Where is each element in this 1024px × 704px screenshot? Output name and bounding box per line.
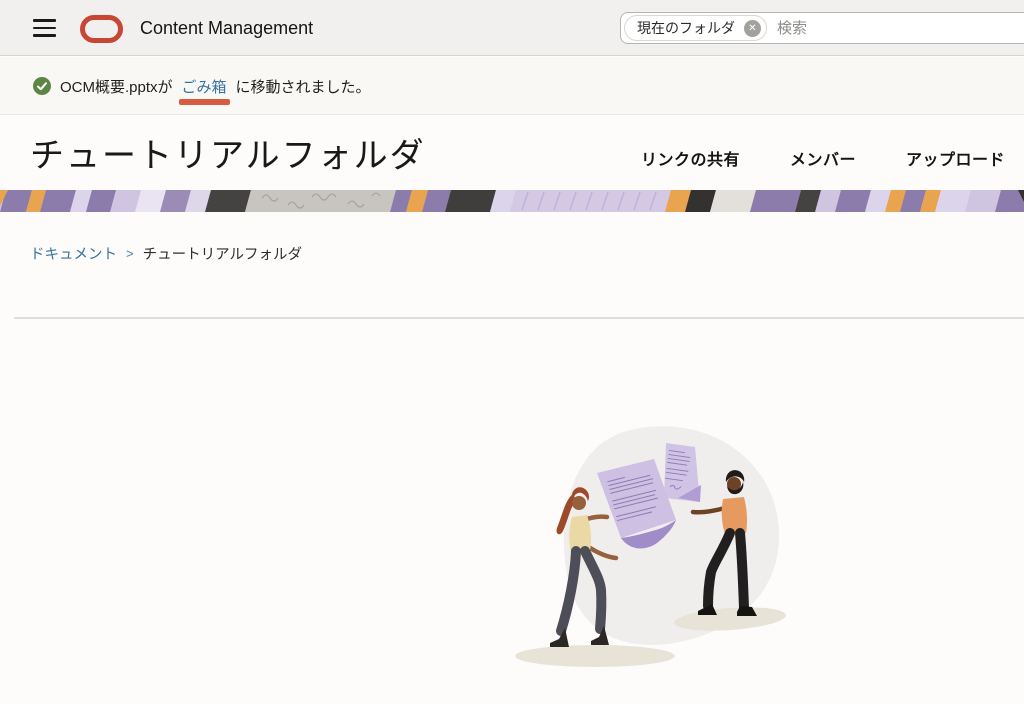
- page: { "topbar": { "app_title": "Content Mana…: [0, 0, 1024, 704]
- breadcrumb: ドキュメント > チュートリアルフォルダ: [30, 243, 302, 264]
- search-filter-chip[interactable]: 現在のフォルダ ✕: [624, 15, 767, 41]
- notification-text-after: に移動されました。: [236, 76, 371, 97]
- top-bar: Content Management 現在のフォルダ ✕: [0, 0, 1024, 56]
- content-divider: [14, 317, 1024, 319]
- hamburger-menu-icon[interactable]: [33, 19, 56, 37]
- search-box[interactable]: 現在のフォルダ ✕: [620, 12, 1024, 44]
- breadcrumb-current-folder: チュートリアルフォルダ: [143, 243, 302, 264]
- banner-image: [0, 190, 1024, 212]
- trash-link[interactable]: ごみ箱: [182, 76, 227, 97]
- oracle-logo-icon[interactable]: [80, 15, 123, 43]
- red-underline-annotation: [179, 99, 230, 105]
- notification-banner: OCM概要.pptxがごみ箱に移動されました。: [0, 57, 1024, 115]
- upload-button[interactable]: アップロード: [906, 146, 1005, 170]
- search-input[interactable]: [777, 20, 1024, 37]
- notification-text-before: OCM概要.pptxが: [60, 76, 173, 97]
- members-button[interactable]: メンバー: [790, 146, 856, 170]
- app-title: Content Management: [140, 0, 313, 56]
- search-filter-chip-label: 現在のフォルダ: [637, 18, 735, 38]
- success-check-icon: [33, 77, 51, 95]
- folder-title: チュートリアルフォルダ: [30, 130, 426, 186]
- share-link-button[interactable]: リンクの共有: [641, 146, 740, 170]
- empty-folder-illustration: [480, 420, 810, 700]
- breadcrumb-documents-link[interactable]: ドキュメント: [30, 243, 117, 264]
- breadcrumb-separator: >: [126, 246, 134, 261]
- clear-filter-icon[interactable]: ✕: [744, 20, 761, 37]
- trash-link-label: ごみ箱: [182, 79, 227, 96]
- folder-actions: リンクの共有 メンバー アップロード: [641, 146, 1005, 170]
